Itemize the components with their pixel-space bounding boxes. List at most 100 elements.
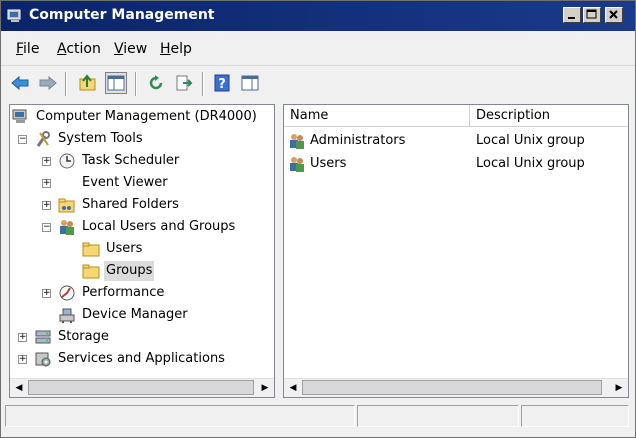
collapse-toggle[interactable]: − [18, 135, 27, 144]
folder-icon [82, 242, 100, 257]
maximize-button[interactable] [583, 7, 601, 23]
export-list-button[interactable] [173, 72, 195, 94]
back-icon [11, 75, 29, 91]
help-button[interactable]: ? [211, 72, 233, 94]
tree-item-groups[interactable]: Groups [10, 261, 270, 281]
tree-item-label: Services and Applications [58, 351, 225, 366]
toolbar-separator [135, 72, 137, 96]
list-row-users[interactable]: Users Local Unix group [284, 153, 628, 175]
expand-toggle[interactable]: + [42, 179, 51, 188]
tree-item-label: System Tools [58, 131, 143, 146]
menu-help-mnemonic: H [160, 41, 171, 57]
shared-folder-icon [58, 198, 75, 213]
menu-help[interactable]: Help [160, 41, 192, 57]
scroll-left-button[interactable]: ◀ [11, 380, 27, 396]
expand-toggle[interactable]: + [42, 157, 51, 166]
console-tree[interactable]: Computer Management (DR4000) − System To… [9, 104, 275, 398]
close-button[interactable] [605, 7, 623, 23]
scrollbar-thumb[interactable] [28, 380, 254, 395]
tree-item-services-and-applications[interactable]: + Services and Applications [10, 349, 270, 369]
list-cell-name: Administrators [310, 133, 406, 148]
results-list[interactable]: Name Description Administrators Local Un… [283, 104, 629, 398]
window-title: Computer Management [29, 7, 215, 23]
collapse-toggle[interactable]: − [42, 223, 51, 232]
menu-file-mnemonic: F [16, 41, 24, 57]
show-hide-action-pane-button[interactable] [239, 72, 261, 94]
up-folder-icon [79, 74, 96, 91]
toolbar-separator [202, 72, 204, 96]
maximize-icon [586, 9, 597, 19]
computer-management-icon [12, 109, 27, 123]
tree-item-storage[interactable]: + Storage [10, 327, 270, 347]
performance-icon [59, 285, 75, 301]
tree-item-event-viewer[interactable]: + Event Viewer [10, 173, 270, 193]
tree-item-local-users-and-groups[interactable]: − Local Users and Groups [10, 217, 270, 237]
storage-icon [35, 330, 51, 344]
status-segment [521, 405, 629, 427]
tree-item-label: Event Viewer [82, 175, 168, 190]
scroll-right-button[interactable]: ▶ [611, 380, 627, 396]
menu-view-mnemonic: V [114, 41, 124, 57]
clock-icon [59, 153, 75, 169]
tree-item-shared-folders[interactable]: + Shared Folders [10, 195, 270, 215]
column-header-description[interactable]: Description [470, 105, 628, 127]
computer-management-window: Computer Management File Action View Hel… [0, 0, 636, 438]
expand-toggle[interactable]: + [42, 201, 51, 210]
toolbar-separator [65, 72, 67, 96]
tools-icon [36, 131, 50, 147]
back-button[interactable] [9, 72, 31, 94]
list-row-administrators[interactable]: Administrators Local Unix group [284, 130, 628, 152]
status-segment [5, 405, 355, 427]
refresh-button[interactable] [145, 72, 167, 94]
scrollbar-thumb[interactable] [302, 380, 602, 395]
group-icon [290, 157, 304, 172]
status-bar [5, 405, 631, 429]
forward-icon [39, 75, 57, 91]
menu-action-rest: ction [66, 41, 101, 57]
list-cell-description: Local Unix group [476, 133, 585, 148]
forward-button[interactable] [37, 72, 59, 94]
scroll-right-button[interactable]: ▶ [257, 380, 273, 396]
svg-text:?: ? [218, 77, 226, 92]
expand-toggle[interactable]: + [18, 333, 27, 342]
expand-toggle[interactable]: + [18, 355, 27, 364]
tree-item-label: Task Scheduler [82, 153, 180, 168]
status-segment [357, 405, 519, 427]
menu-view-rest: iew [123, 41, 148, 57]
show-hide-action-pane-icon [241, 75, 259, 91]
group-icon [290, 134, 304, 149]
minimize-icon [568, 17, 575, 19]
tree-item-label: Groups [104, 261, 155, 281]
menu-file[interactable]: File [16, 41, 39, 57]
column-header-name[interactable]: Name [284, 105, 470, 127]
device-manager-icon [59, 308, 75, 323]
show-hide-tree-icon [107, 75, 125, 91]
list-horizontal-scrollbar[interactable]: ◀ ▶ [284, 378, 628, 397]
refresh-icon [149, 75, 163, 90]
menu-action-mnemonic: A [57, 41, 67, 57]
show-hide-tree-button[interactable] [105, 72, 127, 94]
tree-item-task-scheduler[interactable]: + Task Scheduler [10, 151, 270, 171]
tree-item-device-manager[interactable]: Device Manager [10, 305, 270, 325]
tree-horizontal-scrollbar[interactable]: ◀ ▶ [10, 378, 274, 397]
minimize-button[interactable] [563, 7, 581, 23]
menu-action[interactable]: Action [57, 41, 101, 57]
menu-file-rest: ile [23, 41, 40, 57]
expand-toggle[interactable]: + [42, 289, 51, 298]
menu-view[interactable]: View [114, 41, 147, 57]
users-groups-icon [60, 220, 74, 235]
scroll-left-button[interactable]: ◀ [285, 380, 301, 396]
title-bar[interactable]: Computer Management [1, 1, 635, 31]
up-one-level-button[interactable] [77, 72, 99, 94]
help-icon: ? [214, 74, 230, 92]
computer-management-icon [7, 9, 21, 22]
tree-item-label: Local Users and Groups [82, 219, 236, 234]
export-list-icon [176, 75, 193, 91]
tree-item-label: Users [106, 241, 143, 256]
list-cell-name: Users [310, 156, 347, 171]
tree-item-performance[interactable]: + Performance [10, 283, 270, 303]
tree-item-system-tools[interactable]: − System Tools [10, 129, 270, 149]
tree-item-label: Performance [82, 285, 165, 300]
services-icon [35, 352, 51, 367]
tree-item-users[interactable]: Users [10, 239, 270, 259]
